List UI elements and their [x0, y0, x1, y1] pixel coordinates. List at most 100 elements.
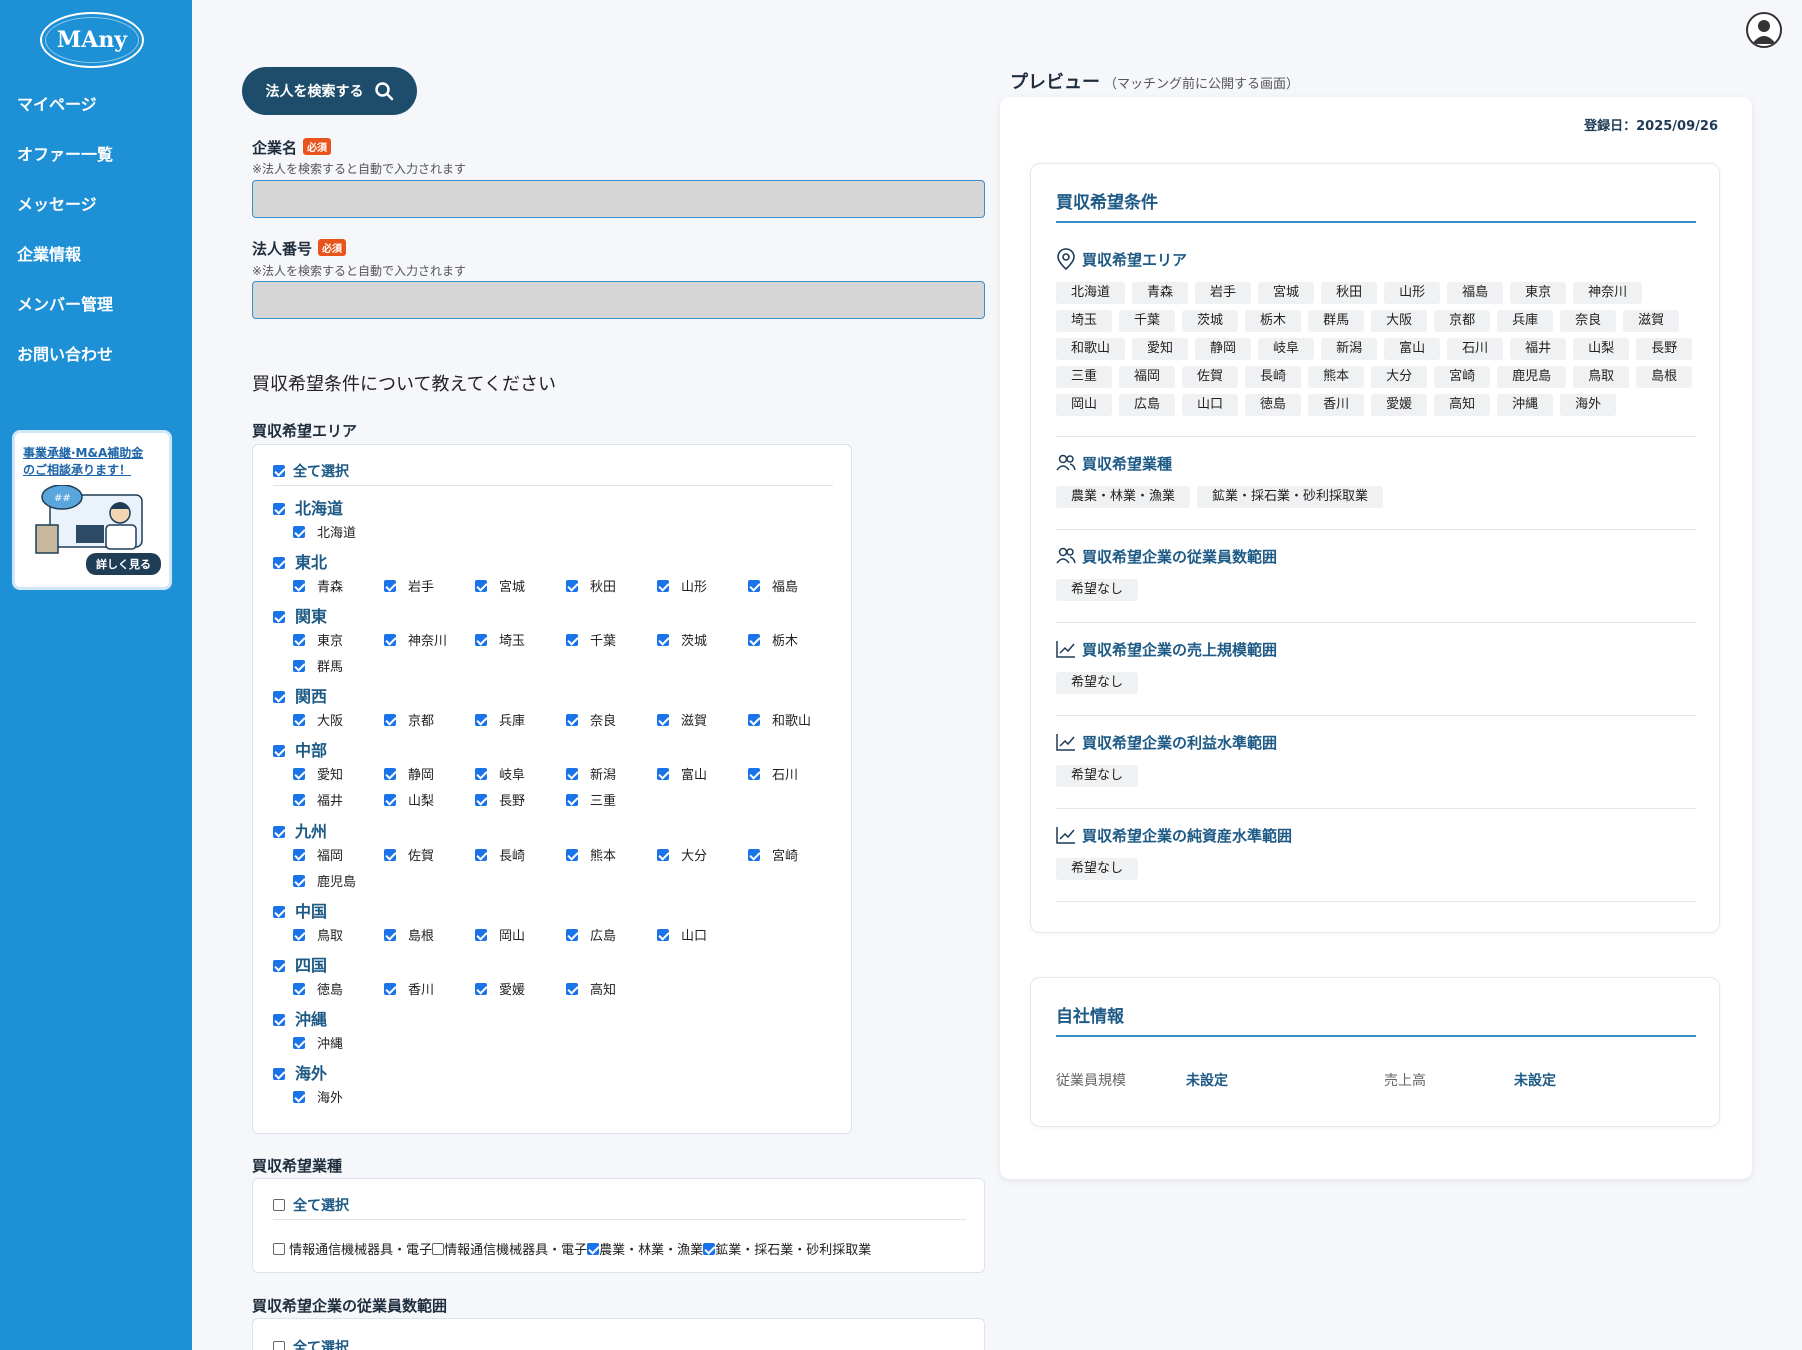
pref-checkbox[interactable]: 和歌山	[748, 709, 839, 735]
pref-checkbox[interactable]: 東京	[293, 629, 384, 655]
sidebar-item-offers[interactable]: オファー一覧	[0, 130, 192, 180]
pref-checkbox[interactable]: 奈良	[566, 709, 657, 735]
area-tag: 新潟	[1321, 338, 1378, 360]
checkbox[interactable]	[273, 465, 285, 477]
pref-checkbox[interactable]: 愛知	[293, 763, 384, 789]
area-section: 買収希望エリア 北海道 青森 岩手 宮城 秋田 山形 福島 東京 神奈川 埼玉 千葉 茨城 栃木 群馬 大阪…	[1056, 246, 1696, 416]
sidebar-item-contact[interactable]: お問い合わせ	[0, 330, 192, 380]
pref-checkbox[interactable]: 栃木	[748, 629, 839, 655]
user-avatar-icon[interactable]	[1746, 12, 1782, 48]
pref-checkbox[interactable]: 島根	[384, 924, 475, 950]
region-checkbox[interactable]: 中部	[273, 739, 839, 763]
pref-checkbox[interactable]: 岡山	[475, 924, 566, 950]
pref-checkbox[interactable]: 京都	[384, 709, 475, 735]
corp-search-button[interactable]: 法人を検索する	[242, 67, 417, 115]
pref-checkbox[interactable]: 静岡	[384, 763, 475, 789]
checkbox[interactable]	[273, 1199, 285, 1211]
banner-detail-button[interactable]: 詳しく見る	[86, 553, 161, 575]
pref-checkbox[interactable]: 愛媛	[475, 978, 566, 1004]
pref-checkbox[interactable]: 熊本	[566, 844, 657, 870]
pref-checkbox[interactable]: 北海道	[293, 521, 384, 547]
region-checkbox[interactable]: 九州	[273, 820, 839, 844]
pref-checkbox[interactable]: 鳥取	[293, 924, 384, 950]
pref-checkbox[interactable]: 茨城	[657, 629, 748, 655]
region-checkbox[interactable]: 北海道	[273, 497, 839, 521]
region-checkbox[interactable]: 関西	[273, 685, 839, 709]
region-checkbox[interactable]: 沖縄	[273, 1008, 839, 1032]
pref-checkbox[interactable]: 長崎	[475, 844, 566, 870]
area-tag: 富山	[1384, 338, 1441, 360]
pref-checkbox[interactable]: 千葉	[566, 629, 657, 655]
industry-checkbox[interactable]: 鉱業・採石業・砂利採取業	[703, 1243, 871, 1258]
pref-checkbox[interactable]: 大分	[657, 844, 748, 870]
sidebar-item-company[interactable]: 企業情報	[0, 230, 192, 280]
pref-checkbox[interactable]: 富山	[657, 763, 748, 789]
pref-checkbox[interactable]: 岐阜	[475, 763, 566, 789]
pref-checkbox[interactable]: 宮崎	[748, 844, 839, 870]
region-chubu: 中部 愛知 静岡 岐阜 新潟 富山 石川 福井 山梨 長野 三重	[273, 739, 839, 815]
sidebar-item-members[interactable]: メンバー管理	[0, 280, 192, 330]
company-name-field[interactable]	[252, 180, 985, 218]
profit-section-title: 買収希望企業の利益水準範囲	[1082, 733, 1278, 752]
region-chugoku: 中国 鳥取 島根 岡山 広島 山口	[273, 900, 839, 950]
region-hokkaido: 北海道 北海道	[273, 497, 839, 547]
pref-checkbox[interactable]: 広島	[566, 924, 657, 950]
pref-checkbox[interactable]: 岩手	[384, 575, 475, 601]
sidebar-item-mypage[interactable]: マイページ	[0, 80, 192, 130]
corp-number-field[interactable]	[252, 281, 985, 319]
pref-checkbox[interactable]: 兵庫	[475, 709, 566, 735]
area-tag: 青森	[1132, 282, 1189, 304]
profit-value: 希望なし	[1056, 765, 1139, 787]
area-tag: 香川	[1308, 394, 1365, 416]
profit-section: 買収希望企業の利益水準範囲 希望なし	[1056, 729, 1696, 787]
checkbox[interactable]	[273, 1341, 285, 1350]
pref-checkbox[interactable]: 石川	[748, 763, 839, 789]
area-tag: 北海道	[1056, 282, 1126, 304]
area-tag: 東京	[1510, 282, 1567, 304]
industry-checkbox[interactable]: 農業・林業・漁業	[587, 1243, 703, 1258]
pref-checkbox[interactable]: 山形	[657, 575, 748, 601]
pref-checkbox[interactable]: 長野	[475, 789, 566, 815]
pref-checkbox[interactable]: 大阪	[293, 709, 384, 735]
subsidy-banner[interactable]: 事業承継·M&A補助金 のご相談承ります！ ## 詳しく見る	[12, 430, 172, 590]
pref-checkbox[interactable]: 神奈川	[384, 629, 475, 655]
logo[interactable]: MAny	[40, 12, 144, 68]
region-checkbox[interactable]: 海外	[273, 1062, 839, 1086]
pref-checkbox[interactable]: 群馬	[293, 655, 384, 681]
region-checkbox[interactable]: 中国	[273, 900, 839, 924]
area-tag: 愛知	[1132, 338, 1189, 360]
area-tag: 宮崎	[1434, 366, 1491, 388]
company-name-note: ※法人を検索すると自動で入力されます	[252, 162, 467, 176]
pref-checkbox[interactable]: 佐賀	[384, 844, 475, 870]
area-select-all[interactable]: 全て選択	[273, 461, 349, 481]
region-checkbox[interactable]: 関東	[273, 605, 839, 629]
pref-checkbox[interactable]: 福島	[748, 575, 839, 601]
pref-checkbox[interactable]: 山口	[657, 924, 748, 950]
pref-checkbox[interactable]: 青森	[293, 575, 384, 601]
region-checkbox[interactable]: 東北	[273, 551, 839, 575]
sidebar-item-messages[interactable]: メッセージ	[0, 180, 192, 230]
pref-checkbox[interactable]: 徳島	[293, 978, 384, 1004]
pref-checkbox[interactable]: 沖縄	[293, 1032, 384, 1058]
area-tag: 福井	[1510, 338, 1567, 360]
pref-checkbox[interactable]: 新潟	[566, 763, 657, 789]
pref-checkbox[interactable]: 滋賀	[657, 709, 748, 735]
pref-checkbox[interactable]: 福井	[293, 789, 384, 815]
region-kyushu: 九州 福岡 佐賀 長崎 熊本 大分 宮崎 鹿児島	[273, 820, 839, 896]
industry-select-all[interactable]: 全て選択	[273, 1195, 349, 1215]
pref-checkbox[interactable]: 埼玉	[475, 629, 566, 655]
pref-checkbox[interactable]: 宮城	[475, 575, 566, 601]
pref-checkbox[interactable]: 山梨	[384, 789, 475, 815]
corp-number-label-text: 法人番号	[252, 240, 313, 258]
pref-checkbox[interactable]: 三重	[566, 789, 657, 815]
pref-checkbox[interactable]: 高知	[566, 978, 657, 1004]
pref-checkbox[interactable]: 鹿児島	[293, 870, 384, 896]
region-checkbox[interactable]: 四国	[273, 954, 839, 978]
pref-checkbox[interactable]: 秋田	[566, 575, 657, 601]
pref-checkbox[interactable]: 海外	[293, 1086, 384, 1112]
employees-select-all[interactable]: 全て選択	[273, 1337, 349, 1350]
industry-checkbox[interactable]: 情報通信機械器具・電子	[432, 1243, 587, 1258]
pref-checkbox[interactable]: 福岡	[293, 844, 384, 870]
industry-checkbox[interactable]: 情報通信機械器具・電子	[273, 1243, 432, 1258]
pref-checkbox[interactable]: 香川	[384, 978, 475, 1004]
